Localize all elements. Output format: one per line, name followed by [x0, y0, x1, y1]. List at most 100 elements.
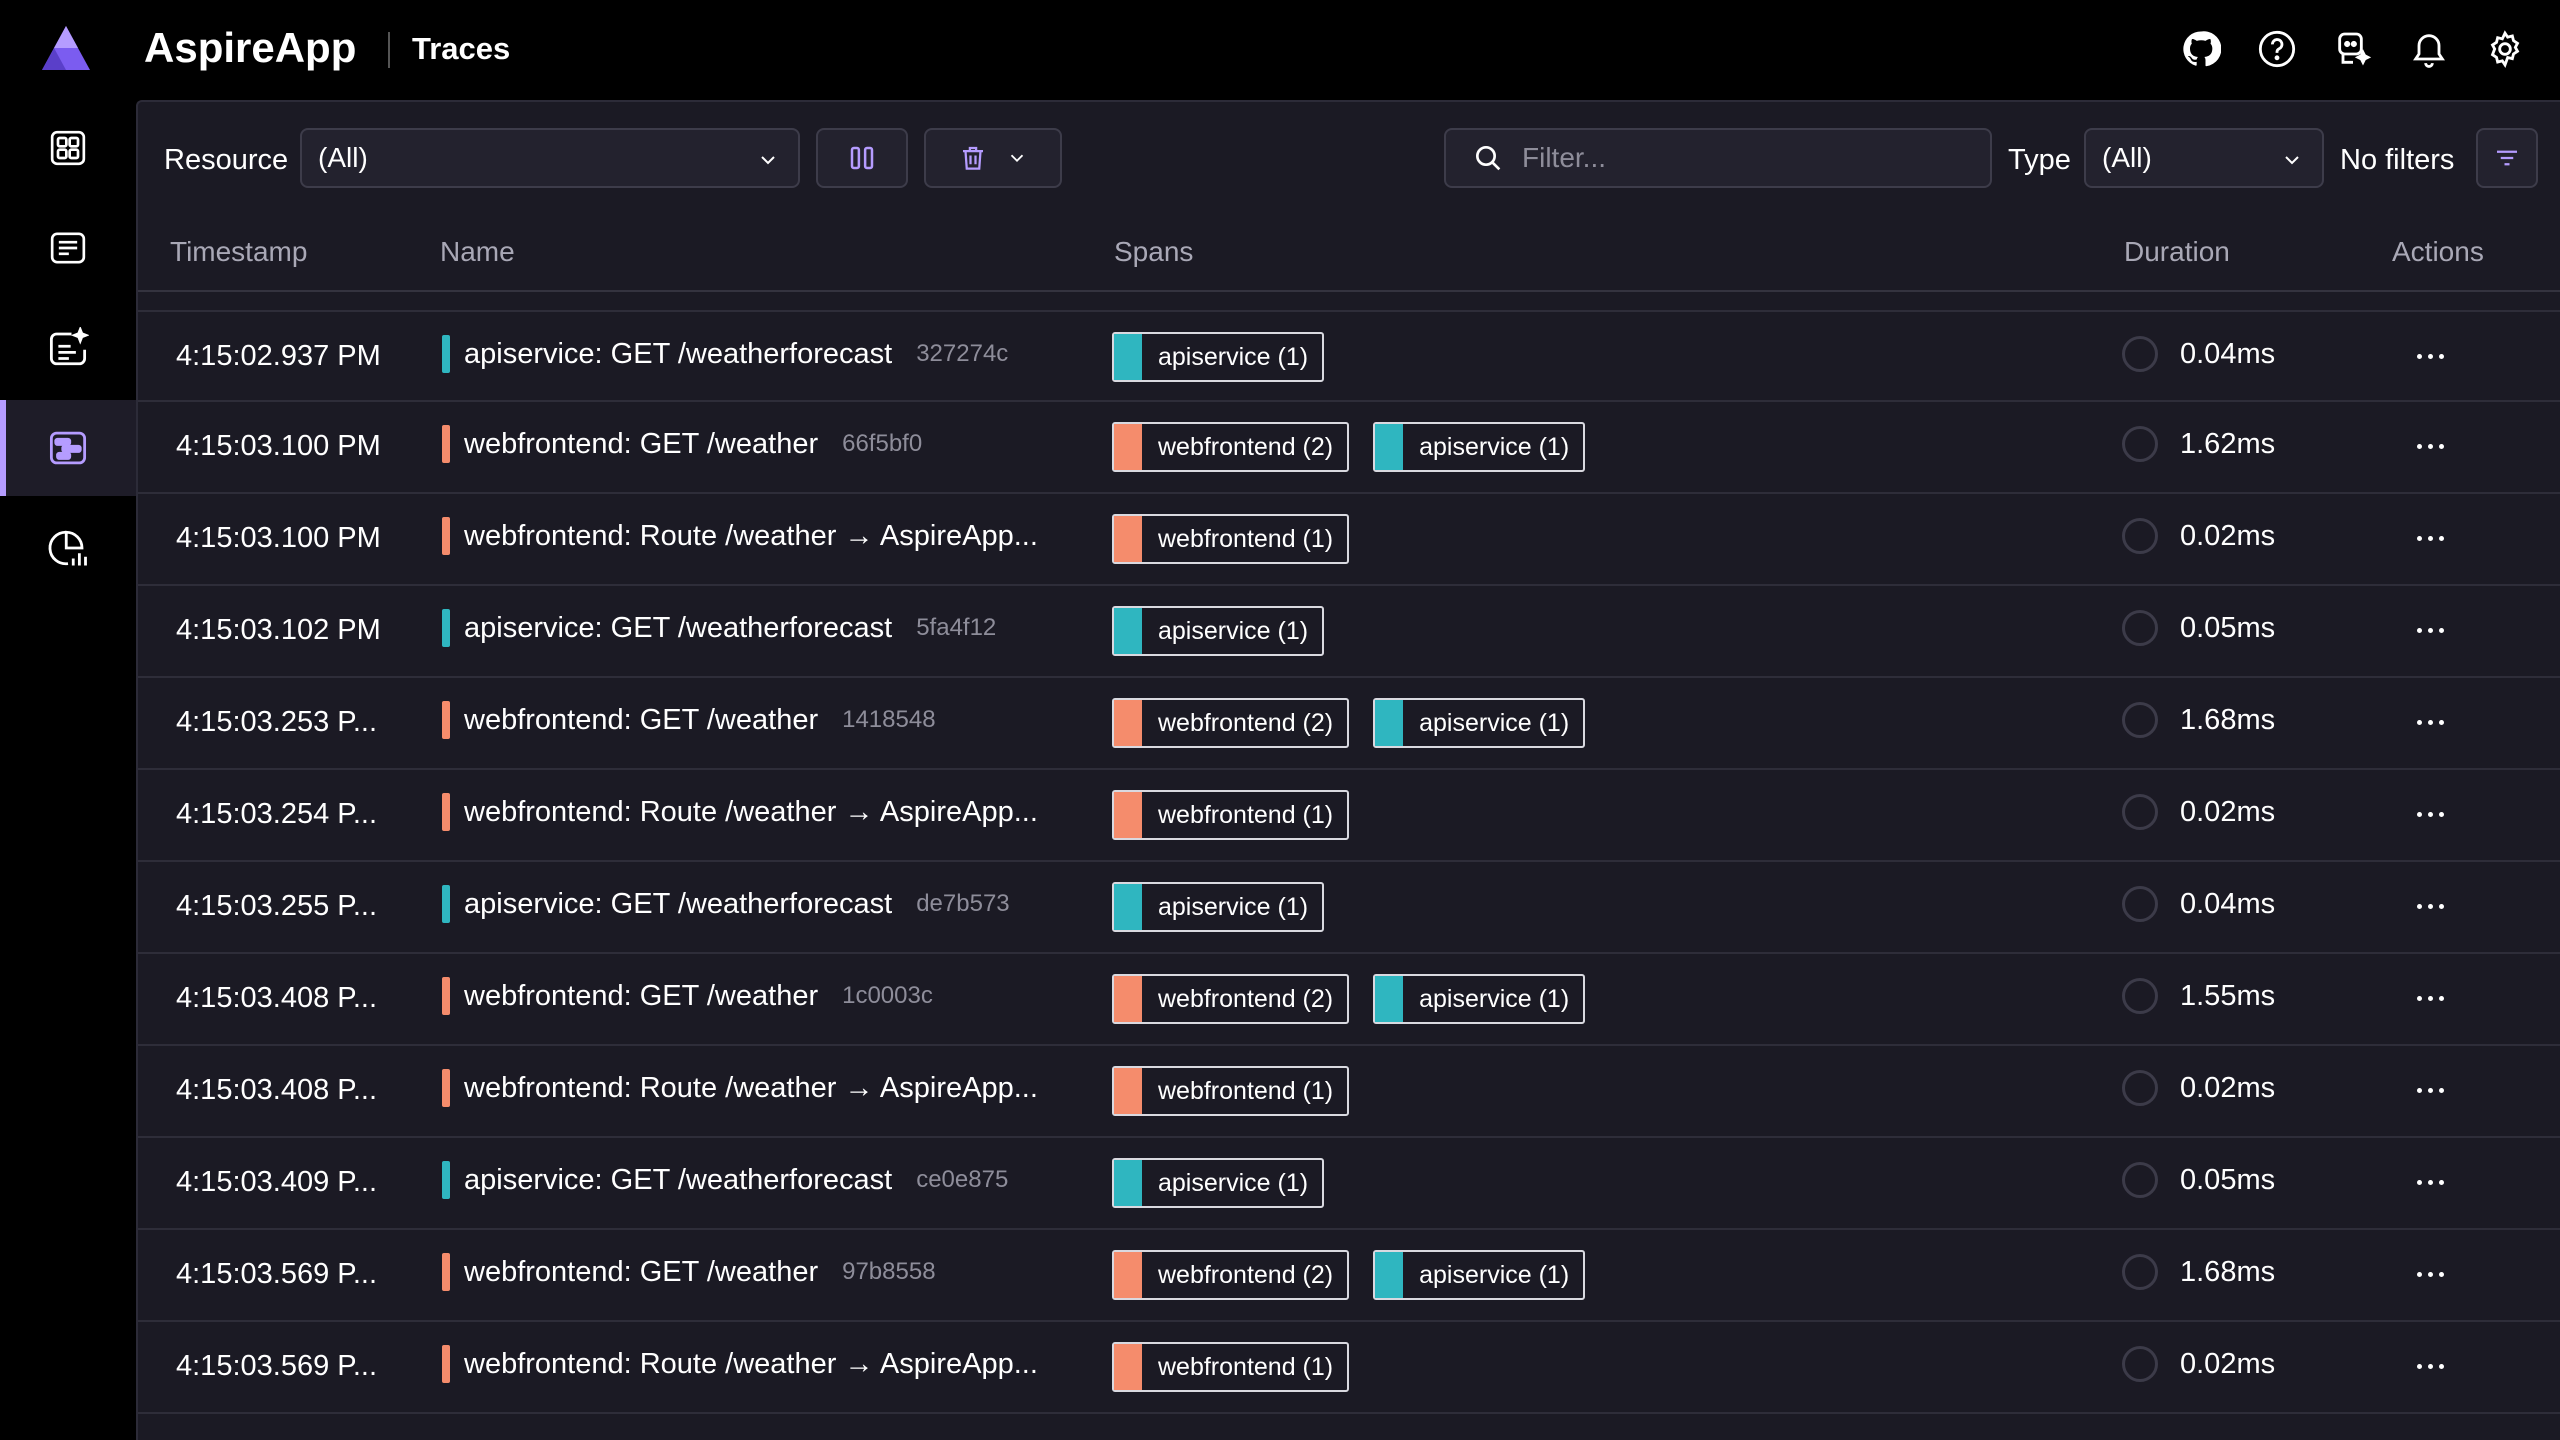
column-spans[interactable]: Spans — [1114, 236, 1193, 268]
more-actions-icon[interactable] — [2406, 978, 2454, 1018]
row-name[interactable]: apiservice: GET /weatherforecast de7b573 — [442, 884, 1010, 924]
nav-traces[interactable] — [0, 400, 136, 496]
table-row[interactable]: 4:15:03.255 P... apiservice: GET /weather… — [138, 862, 2560, 954]
span-badge[interactable]: webfrontend (2) — [1112, 422, 1350, 472]
more-actions-icon[interactable] — [2406, 336, 2454, 376]
copilot-icon[interactable] — [2330, 26, 2376, 72]
trace-name[interactable]: apiservice: GET /weatherforecast — [464, 1164, 892, 1197]
span-label: webfrontend (2) — [1158, 984, 1334, 1013]
row-name[interactable]: apiservice: GET /weatherforecast ce0e875 — [442, 1160, 1008, 1200]
column-name[interactable]: Name — [440, 236, 515, 268]
row-name[interactable]: webfrontend: GET /weather 1418548 — [442, 700, 936, 740]
trace-name[interactable]: webfrontend: Route /weather → AspireApp.… — [464, 520, 1038, 553]
table-row[interactable]: 4:15:03.408 P... webfrontend: Route /weat… — [138, 1046, 2560, 1138]
span-badge[interactable]: apiservice (1) — [1373, 1250, 1586, 1300]
filter-box[interactable] — [1444, 128, 1992, 188]
more-actions-icon[interactable] — [2406, 1254, 2454, 1294]
notifications-icon[interactable] — [2406, 26, 2452, 72]
row-name[interactable]: webfrontend: GET /weather 66f5bf0 — [442, 424, 922, 464]
duration-value: 1.62ms — [2180, 427, 2276, 460]
span-badge[interactable]: webfrontend (2) — [1112, 698, 1350, 748]
row-name[interactable]: webfrontend: GET /weather 1c0003c — [442, 976, 933, 1016]
row-name[interactable]: webfrontend: GET /weather 97b8558 — [442, 1252, 936, 1292]
trace-name[interactable]: webfrontend: Route /weather → AspireApp.… — [464, 796, 1038, 829]
trace-name[interactable]: apiservice: GET /weatherforecast — [464, 338, 892, 371]
github-icon[interactable] — [2178, 26, 2224, 72]
clear-traces-button[interactable] — [924, 128, 1062, 188]
span-color-swatch — [1114, 1068, 1142, 1114]
console-logs-icon — [50, 232, 86, 264]
span-badge[interactable]: apiservice (1) — [1112, 606, 1325, 656]
more-actions-icon[interactable] — [2406, 518, 2454, 558]
table-row[interactable]: 4:15:03.253 P... webfrontend: GET /weathe… — [138, 678, 2560, 770]
dot — [2438, 1271, 2444, 1277]
aspire-logo-icon[interactable] — [40, 24, 92, 72]
trace-id: 1c0003c — [842, 982, 933, 1009]
column-duration[interactable]: Duration — [2124, 236, 2230, 268]
more-actions-icon[interactable] — [2406, 1346, 2454, 1386]
trace-name[interactable]: apiservice: GET /weatherforecast — [464, 888, 892, 921]
span-badge[interactable]: webfrontend (1) — [1112, 1342, 1350, 1392]
row-name[interactable]: apiservice: GET /weatherforecast 5fa4f12 — [442, 608, 996, 648]
dot — [2438, 443, 2444, 449]
span-badge[interactable]: apiservice (1) — [1112, 332, 1325, 382]
duration-ring-icon — [2122, 518, 2158, 554]
nav-console-logs[interactable] — [0, 200, 136, 296]
table-row[interactable]: 4:15:03.409 P... apiservice: GET /weather… — [138, 1138, 2560, 1230]
filter-input[interactable] — [1520, 141, 1944, 175]
nav-resources[interactable] — [0, 100, 136, 196]
span-badge[interactable]: apiservice (1) — [1373, 422, 1586, 472]
columns-toggle-button[interactable] — [816, 128, 908, 188]
column-timestamp[interactable]: Timestamp — [170, 236, 307, 268]
span-badge[interactable]: webfrontend (2) — [1112, 1250, 1350, 1300]
settings-icon[interactable] — [2482, 26, 2528, 72]
trace-name[interactable]: webfrontend: GET /weather — [464, 704, 818, 737]
table-row[interactable]: 4:15:02.937 PM apiservice: GET /weatherfo… — [138, 310, 2560, 402]
trace-name[interactable]: webfrontend: GET /weather — [464, 980, 818, 1013]
row-name[interactable]: webfrontend: Route /weather → AspireApp.… — [442, 792, 1038, 832]
trace-id: de7b573 — [916, 890, 1010, 917]
table-row[interactable]: 4:15:03.100 PM webfrontend: GET /weather 6… — [138, 402, 2560, 494]
more-actions-icon[interactable] — [2406, 886, 2454, 926]
nav-metrics[interactable] — [0, 500, 136, 596]
row-name[interactable]: webfrontend: Route /weather → AspireApp.… — [442, 1344, 1038, 1384]
more-actions-icon[interactable] — [2406, 794, 2454, 834]
more-actions-icon[interactable] — [2406, 1162, 2454, 1202]
table-row[interactable]: 4:15:03.569 P... webfrontend: GET /weathe… — [138, 1230, 2560, 1322]
type-select[interactable]: (All) — [2084, 128, 2324, 188]
trace-name[interactable]: webfrontend: Route /weather → AspireApp.… — [464, 1072, 1038, 1105]
trace-name[interactable]: apiservice: GET /weatherforecast — [464, 612, 892, 645]
row-name[interactable]: webfrontend: Route /weather → AspireApp.… — [442, 516, 1038, 556]
trace-name[interactable]: webfrontend: GET /weather — [464, 1256, 818, 1289]
table-row[interactable]: 4:15:03.102 PM apiservice: GET /weatherfo… — [138, 586, 2560, 678]
more-actions-icon[interactable] — [2406, 610, 2454, 650]
resource-select[interactable]: (All) — [300, 128, 800, 188]
span-badge[interactable]: apiservice (1) — [1373, 974, 1586, 1024]
span-badge[interactable]: apiservice (1) — [1112, 882, 1325, 932]
dot — [2427, 995, 2433, 1001]
app-name[interactable]: AspireApp — [144, 24, 356, 72]
span-badge[interactable]: apiservice (1) — [1373, 698, 1586, 748]
table-row[interactable]: 4:15:03.100 PM webfrontend: Route /weathe… — [138, 494, 2560, 586]
trace-name[interactable]: webfrontend: Route /weather → AspireApp.… — [464, 1348, 1038, 1381]
more-actions-icon[interactable] — [2406, 426, 2454, 466]
dot — [2427, 443, 2433, 449]
row-timestamp: 4:15:03.253 P... — [176, 706, 378, 738]
table-row[interactable]: 4:15:03.569 P... webfrontend: Route /weat… — [138, 1322, 2560, 1414]
trace-name[interactable]: webfrontend: GET /weather — [464, 428, 818, 461]
filters-button[interactable] — [2476, 128, 2538, 188]
span-badge[interactable]: webfrontend (1) — [1112, 1066, 1350, 1116]
table-row[interactable]: 4:15:03.408 P... webfrontend: GET /weathe… — [138, 954, 2560, 1046]
row-name[interactable]: apiservice: GET /weatherforecast 327274c — [442, 334, 1008, 374]
help-icon[interactable] — [2254, 26, 2300, 72]
row-name[interactable]: webfrontend: Route /weather → AspireApp.… — [442, 1068, 1038, 1108]
more-actions-icon[interactable] — [2406, 702, 2454, 742]
span-badge[interactable]: webfrontend (2) — [1112, 974, 1350, 1024]
nav-structured-logs[interactable] — [0, 300, 136, 396]
more-actions-icon[interactable] — [2406, 1070, 2454, 1110]
dot — [2427, 1087, 2433, 1093]
table-row[interactable]: 4:15:03.254 P... webfrontend: Route /weat… — [138, 770, 2560, 862]
span-badge[interactable]: webfrontend (1) — [1112, 514, 1350, 564]
span-badge[interactable]: webfrontend (1) — [1112, 790, 1350, 840]
span-badge[interactable]: apiservice (1) — [1112, 1158, 1325, 1208]
